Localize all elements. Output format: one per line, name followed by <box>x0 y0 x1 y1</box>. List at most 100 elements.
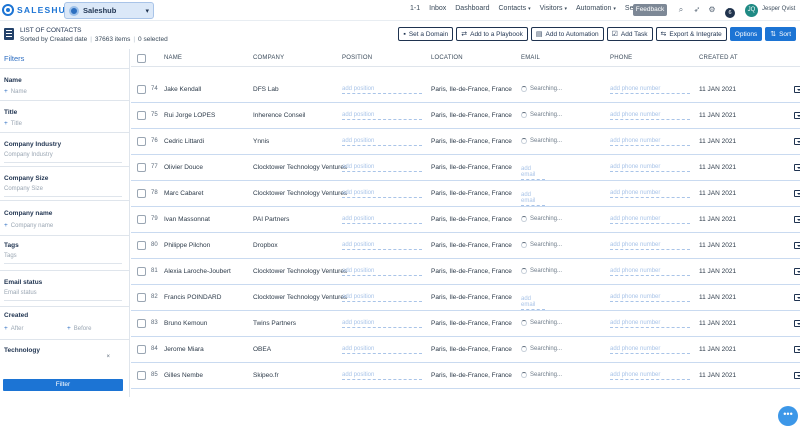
company-name[interactable]: OBEA <box>253 346 271 353</box>
row-menu-chevron-icon[interactable] <box>794 86 800 93</box>
row-menu-chevron-icon[interactable] <box>794 190 800 197</box>
add-position-link[interactable]: add position <box>342 190 422 198</box>
row-checkbox[interactable] <box>137 163 146 172</box>
company-name[interactable]: Inherence Conseil <box>253 112 305 119</box>
nav-item-1-1[interactable]: 1-1 <box>410 5 420 12</box>
company-name[interactable]: Ynnis <box>253 138 269 145</box>
saleshub-logo[interactable]: SALESHUB <box>2 4 73 16</box>
feedback-button[interactable]: Feedback <box>633 4 667 16</box>
workspace-selector[interactable]: Saleshub ▾ <box>64 2 154 19</box>
company-name[interactable]: Twins Partners <box>253 320 296 327</box>
add-position-link[interactable]: add position <box>342 372 422 380</box>
row-menu-chevron-icon[interactable] <box>794 268 800 275</box>
filter-button[interactable]: Filter <box>3 379 123 391</box>
add-position-link[interactable]: add position <box>342 294 422 302</box>
add-phone-link[interactable]: add phone number <box>610 216 690 224</box>
contact-name[interactable]: Gilles Nembe <box>164 372 203 379</box>
add-phone-link[interactable]: add phone number <box>610 320 690 328</box>
table-row[interactable]: 85 Gilles Nembe Skipeo.fr add position Paris… <box>131 363 800 389</box>
row-checkbox[interactable] <box>137 371 146 380</box>
gear-icon[interactable]: ⚙ <box>707 5 717 15</box>
nav-item-automation[interactable]: Automation ▾ <box>576 5 616 12</box>
avatar[interactable]: JQ <box>745 4 758 17</box>
created-before-input[interactable]: + Before <box>67 325 117 332</box>
table-row[interactable]: 83 Bruno Kemoun Twins Partners add position… <box>131 311 800 337</box>
add-phone-link[interactable]: add phone number <box>610 242 690 250</box>
contact-name[interactable]: Bruno Kemoun <box>164 320 207 327</box>
email-status-input[interactable]: Email status <box>4 290 122 301</box>
table-row[interactable]: 74 Jake Kendall DFS Lab add position Paris, … <box>131 77 800 103</box>
column-header[interactable]: NAME <box>164 55 182 61</box>
row-checkbox[interactable] <box>137 111 146 120</box>
column-header[interactable]: EMAIL <box>521 55 540 61</box>
company-name[interactable]: Clocktower Technology Ventures <box>253 164 347 171</box>
table-row[interactable]: 78 Marc Cabaret Clocktower Technology Vent… <box>131 181 800 207</box>
add-to-automation-button[interactable]: ▤ Add to Automation <box>530 27 604 41</box>
add-position-link[interactable]: add position <box>342 268 422 276</box>
add-phone-link[interactable]: add phone number <box>610 372 690 380</box>
contact-name[interactable]: Francis POINDARD <box>164 294 221 301</box>
company-name[interactable]: Dropbox <box>253 242 278 249</box>
row-menu-chevron-icon[interactable] <box>794 112 800 119</box>
add-position-link[interactable]: add position <box>342 216 422 224</box>
rocket-icon[interactable]: ➶ <box>692 5 702 15</box>
company-name[interactable]: Clocktower Technology Ventures <box>253 268 347 275</box>
table-row[interactable]: 79 Ivan Massonnat PAI Partners add position… <box>131 207 800 233</box>
add-task-button[interactable]: ☑ Add Task <box>606 27 653 41</box>
row-checkbox[interactable] <box>137 85 146 94</box>
column-header[interactable]: POSITION <box>342 55 372 61</box>
contact-name[interactable]: Philippe Pilchon <box>164 242 210 249</box>
add-email-link[interactable]: add email <box>521 192 545 206</box>
set-a-domain-button[interactable]: ▪ Set a Domain <box>398 27 454 41</box>
contact-name[interactable]: Jake Kendall <box>164 86 201 93</box>
add-email-link[interactable]: add email <box>521 166 545 180</box>
row-checkbox[interactable] <box>137 215 146 224</box>
table-row[interactable]: 77 Olivier Douce Clocktower Technology Ven… <box>131 155 800 181</box>
add-phone-link[interactable]: add phone number <box>610 86 690 94</box>
table-row[interactable]: 81 Alexia Laroche-Joubert Clocktower Techn… <box>131 259 800 285</box>
row-menu-chevron-icon[interactable] <box>794 216 800 223</box>
table-row[interactable]: 80 Philippe Pilchon Dropbox add position Par… <box>131 233 800 259</box>
row-checkbox[interactable] <box>137 137 146 146</box>
contact-name[interactable]: Olivier Douce <box>164 164 203 171</box>
company-name-input[interactable]: + Company name <box>4 222 122 229</box>
add-phone-link[interactable]: add phone number <box>610 164 690 172</box>
row-checkbox[interactable] <box>137 319 146 328</box>
nav-item-contacts[interactable]: Contacts ▾ <box>499 5 531 12</box>
row-checkbox[interactable] <box>137 241 146 250</box>
add-phone-link[interactable]: add phone number <box>610 112 690 120</box>
company-industry-input[interactable]: Company Industry <box>4 152 122 163</box>
contact-name[interactable]: Rui Jorge LOPES <box>164 112 215 119</box>
close-icon[interactable]: × <box>106 354 110 360</box>
column-header[interactable]: LOCATION <box>431 55 463 61</box>
row-menu-chevron-icon[interactable] <box>794 242 800 249</box>
add-phone-link[interactable]: add phone number <box>610 138 690 146</box>
add-position-link[interactable]: add position <box>342 112 422 120</box>
add-position-link[interactable]: add position <box>342 346 422 354</box>
table-row[interactable]: 76 Cedric Littardi Ynnis add position Paris,… <box>131 129 800 155</box>
table-row[interactable]: 84 Jerome Miara OBEA add position Paris, Ile… <box>131 337 800 363</box>
add-phone-link[interactable]: add phone number <box>610 268 690 276</box>
add-position-link[interactable]: add position <box>342 164 422 172</box>
contact-name[interactable]: Marc Cabaret <box>164 190 203 197</box>
company-name[interactable]: Skipeo.fr <box>253 372 279 379</box>
options-button[interactable]: Options <box>729 27 763 41</box>
row-menu-chevron-icon[interactable] <box>794 372 800 379</box>
company-size-input[interactable]: Company Size <box>4 186 122 197</box>
nav-item-dashboard[interactable]: Dashboard <box>455 5 489 12</box>
add-position-link[interactable]: add position <box>342 138 422 146</box>
search-icon[interactable]: ⌕ <box>676 5 686 15</box>
select-all-checkbox[interactable] <box>137 54 146 63</box>
row-checkbox[interactable] <box>137 293 146 302</box>
add-phone-link[interactable]: add phone number <box>610 190 690 198</box>
contact-name[interactable]: Jerome Miara <box>164 346 204 353</box>
user-name[interactable]: Jesper Qvist <box>762 6 795 12</box>
contact-name[interactable]: Cedric Littardi <box>164 138 204 145</box>
row-menu-chevron-icon[interactable] <box>794 138 800 145</box>
contact-name[interactable]: Alexia Laroche-Joubert <box>164 268 231 275</box>
contact-name[interactable]: Ivan Massonnat <box>164 216 210 223</box>
add-position-link[interactable]: add position <box>342 242 422 250</box>
sort-button[interactable]: ⇅ Sort <box>765 27 796 41</box>
column-header[interactable]: COMPANY <box>253 55 284 61</box>
table-row[interactable]: 75 Rui Jorge LOPES Inherence Conseil add po… <box>131 103 800 129</box>
